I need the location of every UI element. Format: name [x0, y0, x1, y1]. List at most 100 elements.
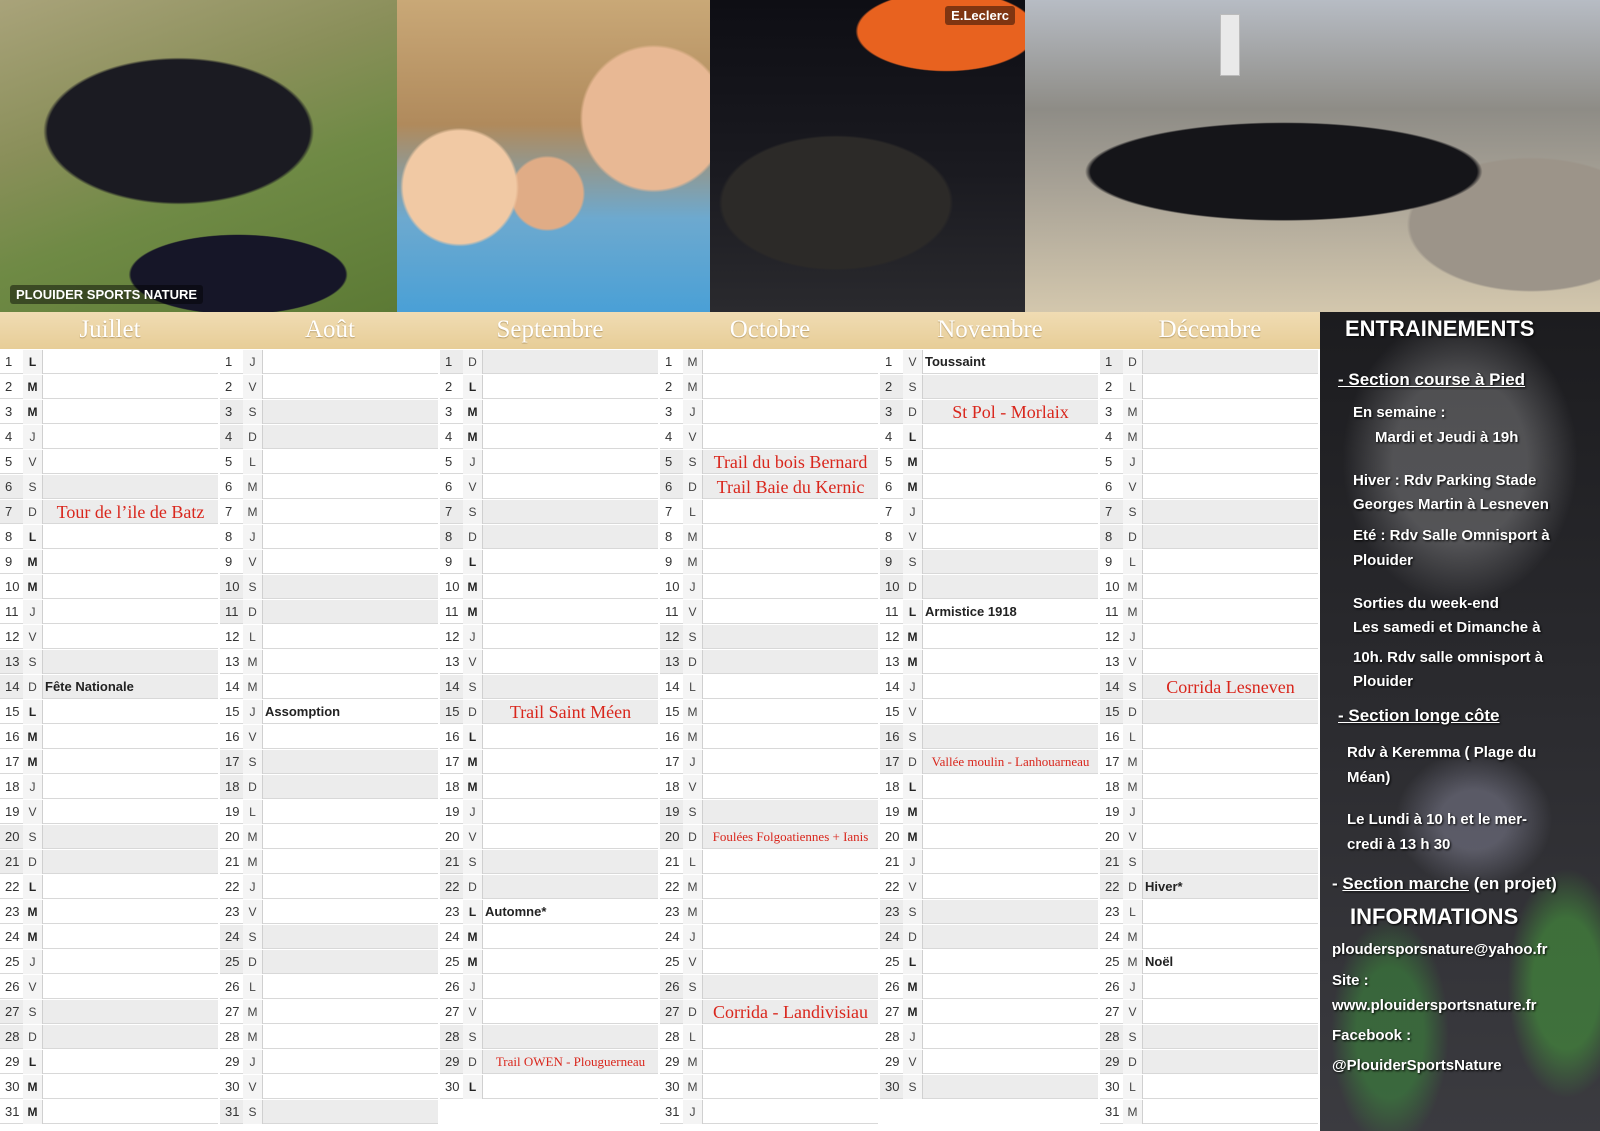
day-of-week: D	[903, 400, 923, 424]
day-number: 9	[225, 554, 233, 569]
day-row: 28 L	[660, 1025, 878, 1049]
day-row: 17 S	[220, 750, 438, 774]
day-row: 19 J	[1100, 800, 1318, 824]
day-of-week: S	[903, 375, 923, 399]
day-row: 28 M	[220, 1025, 438, 1049]
day-number: 26	[665, 979, 680, 994]
day-number: 6	[225, 479, 233, 494]
day-number: 1	[445, 354, 453, 369]
day-number: 3	[225, 404, 233, 419]
day-of-week: V	[683, 425, 703, 449]
day-row: 18 V	[660, 775, 878, 799]
day-number: 5	[1105, 454, 1113, 469]
day-number: 22	[225, 879, 240, 894]
day-of-week: M	[683, 525, 703, 549]
day-row: 30 S	[880, 1075, 1098, 1099]
day-number: 18	[445, 779, 460, 794]
day-row: 2M	[0, 375, 218, 399]
day-number: 3	[445, 404, 453, 419]
day-row: 16 L	[440, 725, 658, 749]
day-number: 26	[225, 979, 240, 994]
day-of-week: M	[1123, 400, 1143, 424]
day-of-week: D	[243, 425, 263, 449]
day-number: 31	[1105, 1104, 1120, 1119]
holiday-label: Fête Nationale	[45, 679, 134, 694]
day-of-week: V	[23, 975, 43, 999]
day-row: 8M	[660, 525, 878, 549]
day-row: 10 J	[660, 575, 878, 599]
day-row: 23 M	[0, 900, 218, 924]
day-number: 7	[445, 504, 453, 519]
day-of-week: M	[683, 550, 703, 574]
day-row: 6S	[0, 475, 218, 499]
day-row: 4J	[0, 425, 218, 449]
day-number: 16	[225, 729, 240, 744]
day-number: 14	[5, 679, 20, 694]
section-course-text: En semaine :	[1353, 404, 1446, 421]
day-row: 30 V	[220, 1075, 438, 1099]
day-row: 13 V	[1100, 650, 1318, 674]
day-row: 19 M	[880, 800, 1098, 824]
facebook-link[interactable]: @PlouiderSportsNature	[1332, 1057, 1502, 1074]
day-number: 16	[445, 729, 460, 744]
day-of-week: L	[1123, 375, 1143, 399]
day-row: 28 S	[1100, 1025, 1318, 1049]
month-title: Novembre	[880, 312, 1100, 349]
day-number: 1	[5, 354, 13, 369]
day-row: 14 M	[220, 675, 438, 699]
day-row: 13 M	[880, 650, 1098, 674]
day-row: 19 V	[0, 800, 218, 824]
day-of-week: D	[23, 675, 43, 699]
day-of-week: D	[1123, 700, 1143, 724]
day-row: 31 S	[220, 1100, 438, 1124]
day-of-week: J	[23, 425, 43, 449]
site-link[interactable]: www.plouidersportsnature.fr	[1332, 997, 1536, 1014]
day-row: 21 L	[660, 850, 878, 874]
day-row: 22 L	[0, 875, 218, 899]
day-of-week: J	[23, 775, 43, 799]
day-row: 21 M	[220, 850, 438, 874]
holiday-label: Assomption	[265, 704, 341, 719]
day-row: 25 M Noël	[1100, 950, 1318, 974]
day-number: 20	[665, 829, 680, 844]
day-of-week: M	[1123, 600, 1143, 624]
day-row: 14 D Fête Nationale	[0, 675, 218, 699]
day-number: 16	[1105, 729, 1120, 744]
day-of-week: M	[683, 1075, 703, 1099]
day-of-week: D	[463, 525, 483, 549]
day-of-week: J	[23, 600, 43, 624]
day-number: 8	[885, 529, 893, 544]
day-of-week: S	[23, 825, 43, 849]
day-number: 11	[885, 604, 899, 619]
day-row: 2M	[660, 375, 878, 399]
day-of-week: M	[23, 400, 43, 424]
day-row: 31 M	[1100, 1100, 1318, 1124]
section-course-text: Eté : Rdv Salle Omnisport à	[1353, 527, 1550, 544]
day-number: 28	[445, 1029, 460, 1044]
day-of-week: V	[243, 1075, 263, 1099]
day-row: 30 L	[1100, 1075, 1318, 1099]
day-of-week: L	[463, 725, 483, 749]
day-of-week: J	[903, 675, 923, 699]
day-row: 20 V	[440, 825, 658, 849]
day-of-week: S	[1123, 675, 1143, 699]
day-row: 29 V	[880, 1050, 1098, 1074]
email-link[interactable]: ploudersporsnature@yahoo.fr	[1332, 941, 1548, 958]
day-of-week: L	[243, 625, 263, 649]
day-of-week: J	[1123, 450, 1143, 474]
day-of-week: M	[243, 850, 263, 874]
section-course-title: - Section course à Pied	[1338, 370, 1526, 389]
day-number: 13	[225, 654, 240, 669]
day-of-week: J	[243, 350, 263, 374]
day-of-week: D	[1123, 350, 1143, 374]
day-row: 17 M	[440, 750, 658, 774]
day-of-week: D	[903, 575, 923, 599]
day-number: 16	[5, 729, 20, 744]
day-row: 30 M	[660, 1075, 878, 1099]
day-row: 2L	[1100, 375, 1318, 399]
day-row: 12 V	[0, 625, 218, 649]
day-number: 4	[665, 429, 673, 444]
day-number: 5	[885, 454, 893, 469]
day-of-week: J	[1123, 800, 1143, 824]
day-row: 16 L	[1100, 725, 1318, 749]
